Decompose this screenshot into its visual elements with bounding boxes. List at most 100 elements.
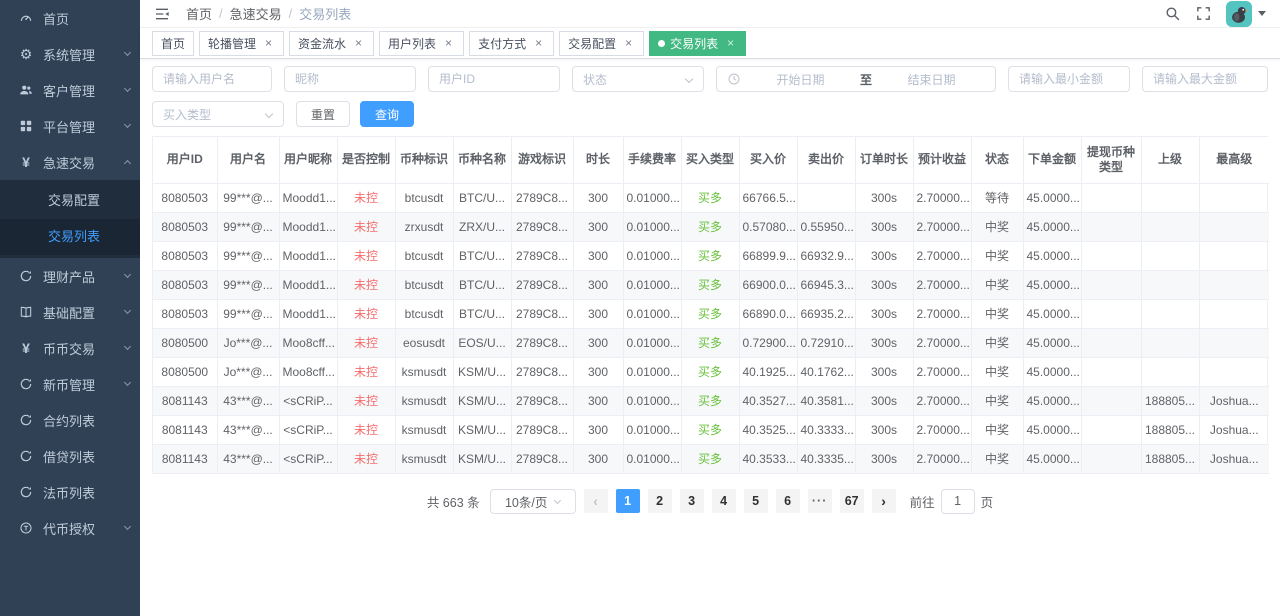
status-select[interactable]: 状态 [572,66,704,92]
column-header: 用户昵称 [279,137,337,183]
page-button[interactable]: 5 [744,489,768,513]
user-menu[interactable] [1226,1,1266,27]
nickname-input[interactable] [284,66,416,92]
tab-label: 交易配置 [568,35,616,52]
close-icon[interactable]: × [262,37,275,50]
sidebar-item-new-coin-management[interactable]: 新币管理 [0,366,140,402]
page-button[interactable]: 1 [616,489,640,513]
prev-page-button[interactable]: ‹ [584,489,608,513]
reset-button[interactable]: 重置 [296,101,350,127]
cell [1141,357,1199,386]
cell: 买多 [681,183,739,212]
user-id-input[interactable] [428,66,560,92]
filter-row-2: 买入类型 重置 查询 [152,101,1268,127]
close-icon[interactable]: × [622,37,635,50]
sidebar-item-loan-list[interactable]: 借贷列表 [0,438,140,474]
cell: 188805... [1141,415,1199,444]
cell [1199,357,1269,386]
cell: 2789C8... [511,386,573,415]
sidebar-item-quick-trade[interactable]: ¥急速交易 [0,144,140,180]
page-button[interactable]: 6 [776,489,800,513]
sidebar-item-token-auth[interactable]: 代币授权 [0,510,140,546]
cell: 188805... [1141,444,1199,473]
cell: 8080503 [153,183,217,212]
page-button[interactable]: 67 [840,489,864,513]
sidebar-item-home[interactable]: 首页 [0,0,140,36]
close-icon[interactable]: × [724,37,737,50]
cell: 45.0000... [1023,386,1081,415]
tab-label: 支付方式 [478,35,526,52]
page-button[interactable]: 4 [712,489,736,513]
tab-user-list[interactable]: 用户列表× [379,31,464,56]
cell: btcusdt [395,299,453,328]
breadcrumb-item[interactable]: 急速交易 [230,4,282,23]
username-input[interactable] [152,66,272,92]
breadcrumb-item[interactable]: 首页 [186,4,212,23]
sidebar-subitem-trade-list[interactable]: 交易列表 [0,219,140,255]
sidebar-item-coin-trade[interactable]: ¥ 币币交易 [0,330,140,366]
sidebar-item-customer-management[interactable]: 客户管理 [0,72,140,108]
cell: 2.70000... [913,241,971,270]
cell: 66932.9... [797,241,855,270]
date-range-picker[interactable]: 开始日期 至 结束日期 [716,66,996,92]
cell [1081,386,1141,415]
tab-carousel[interactable]: 轮播管理× [199,31,284,56]
cell: Moodd1... [279,270,337,299]
cell: 66899.9... [739,241,797,270]
cell: Joshua... [1199,415,1269,444]
search-icon[interactable] [1164,5,1181,22]
cell: 45.0000... [1023,241,1081,270]
cell: KSM/U... [453,444,511,473]
sidebar-item-contract-list[interactable]: 合约列表 [0,402,140,438]
cell: 中奖 [971,415,1023,444]
cell: 2.70000... [913,444,971,473]
refresh-icon [18,412,34,428]
next-page-button[interactable]: › [872,489,896,513]
chevron-up-icon [124,160,131,167]
yen-icon: ¥ [18,340,34,356]
cell: 300s [855,241,913,270]
cell: 8081143 [153,415,217,444]
tab-funds-flow[interactable]: 资金流水× [289,31,374,56]
sidebar-item-finance-products[interactable]: 理财产品 [0,258,140,294]
sidebar-item-basic-config[interactable]: 基础配置 [0,294,140,330]
page-size-select[interactable]: 10条/页 [490,489,576,514]
max-amount-input[interactable] [1142,66,1268,92]
search-button[interactable]: 查询 [360,101,414,127]
sidebar-item-fiat-list[interactable]: 法币列表 [0,474,140,510]
tab-home[interactable]: 首页 [152,31,194,56]
tab-payment-method[interactable]: 支付方式 × [469,31,554,56]
column-header: 卖出价 [797,137,855,183]
goto-page-input[interactable] [941,489,975,514]
sidebar-item-system-management[interactable]: ⚙系统管理 [0,36,140,72]
fullscreen-icon[interactable] [1195,5,1212,22]
page-button[interactable]: 3 [680,489,704,513]
sidebar-toggle-icon[interactable] [154,5,172,23]
close-icon[interactable]: × [532,37,545,50]
sidebar-item-label: 合约列表 [43,411,95,430]
sidebar-item-label: 币币交易 [43,339,95,358]
cell: ksmusdt [395,415,453,444]
close-icon[interactable]: × [352,37,365,50]
cell: 未控 [337,212,395,241]
cell: 2789C8... [511,299,573,328]
tab-trade-list[interactable]: 交易列表× [649,31,746,56]
filter-row-1: 状态 开始日期 至 结束日期 [152,66,1268,92]
sidebar-subitem-trade-config[interactable]: 交易配置 [0,183,140,219]
orders-table: 用户ID用户名用户昵称是否控制币种标识币种名称游戏标识时长手续费率买入类型买入价… [152,136,1268,474]
cell: BTC/U... [453,270,511,299]
min-amount-input[interactable] [1008,66,1130,92]
cell: btcusdt [395,270,453,299]
page-button[interactable]: 2 [648,489,672,513]
sidebar-item-label: 基础配置 [43,303,95,322]
cell: 40.3525... [739,415,797,444]
sidebar-item-platform-management[interactable]: 平台管理 [0,108,140,144]
cell: 0.72900... [739,328,797,357]
column-header: 上级 [1141,137,1199,183]
tab-trade-config[interactable]: 交易配置 × [559,31,644,56]
navbar-actions [1164,1,1266,27]
chevron-down-icon [685,75,693,83]
close-icon[interactable]: × [442,37,455,50]
more-pages-icon[interactable]: ··· [808,489,832,513]
buy-type-select[interactable]: 买入类型 [152,101,284,127]
